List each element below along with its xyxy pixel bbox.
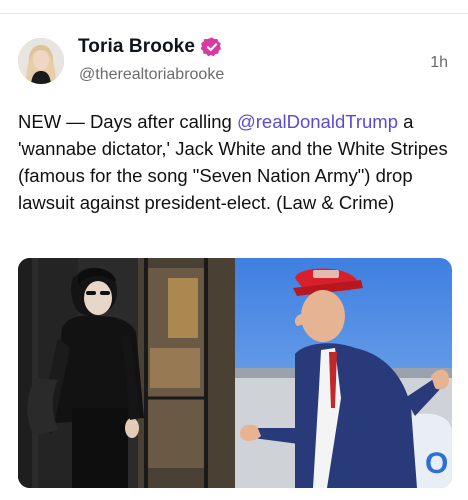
verified-check-icon	[200, 36, 223, 58]
right-photo[interactable]: O	[235, 258, 452, 488]
author-name-row: Toria Brooke	[78, 36, 223, 58]
post-timestamp: 1h	[430, 54, 448, 71]
avatar-image	[18, 38, 64, 84]
author-name[interactable]: Toria Brooke	[78, 36, 195, 58]
man-in-red-cap-navy-suit-photo: O	[235, 258, 452, 488]
left-photo[interactable]	[18, 258, 235, 488]
man-in-black-with-guitar-photo	[18, 258, 235, 488]
post-media[interactable]: O	[18, 258, 452, 488]
post-body: NEW — Days after calling @realDonaldTrum…	[18, 108, 454, 216]
post-text-part: NEW — Days after calling	[18, 111, 237, 132]
top-divider	[0, 13, 468, 14]
author-handle[interactable]: @therealtoriabrooke	[79, 66, 224, 84]
svg-text:O: O	[425, 447, 448, 480]
avatar[interactable]	[18, 38, 64, 84]
mention-link[interactable]: @realDonaldTrump	[237, 111, 398, 132]
